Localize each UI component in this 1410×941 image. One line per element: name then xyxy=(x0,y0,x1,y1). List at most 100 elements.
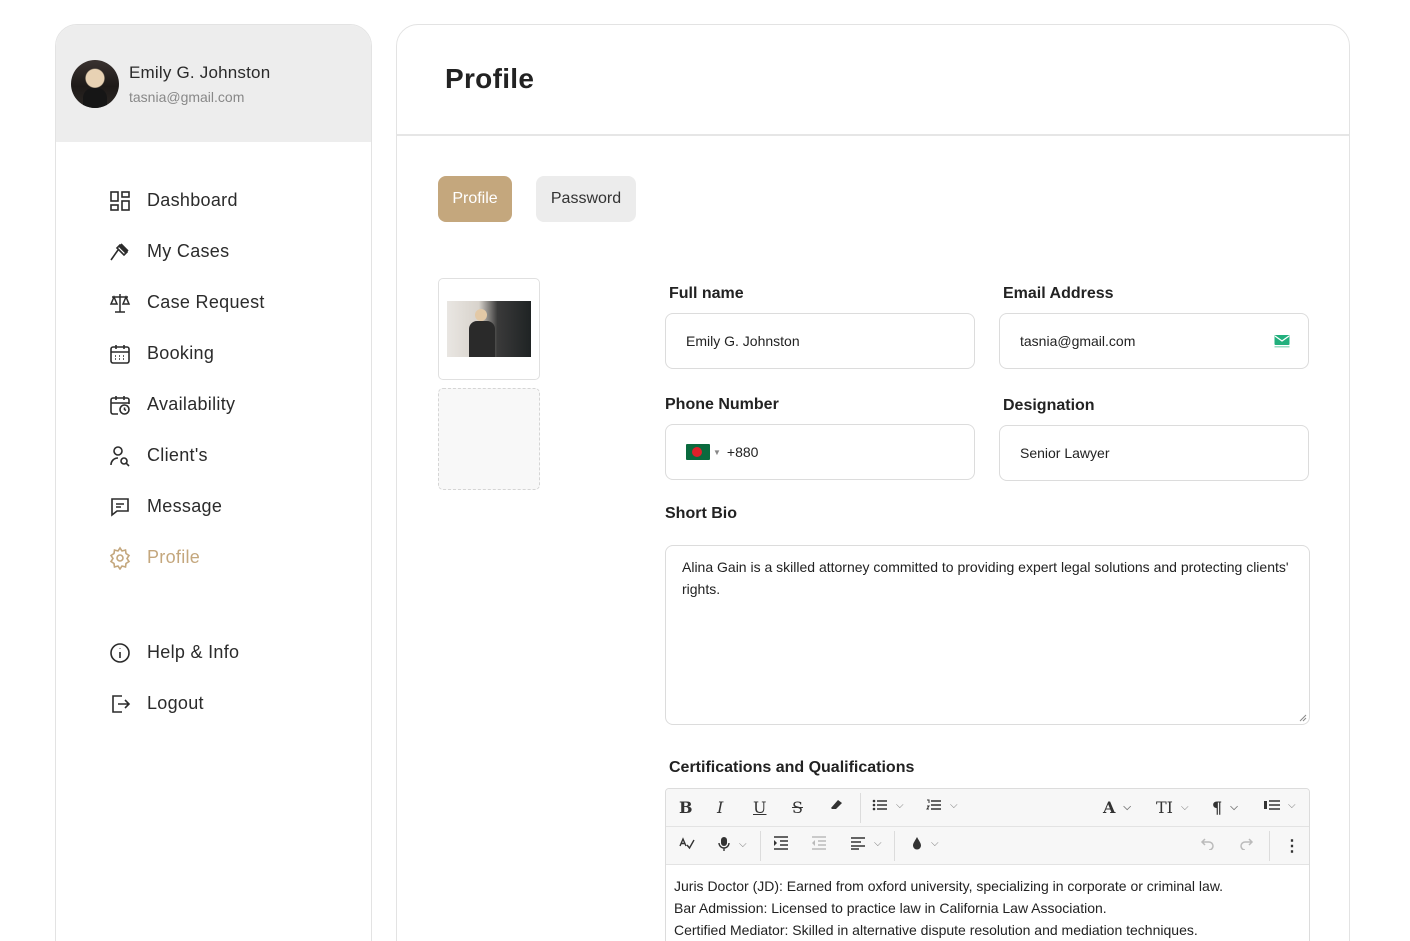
gavel-icon xyxy=(110,242,129,260)
certifications-editor[interactable]: B I U S ⌵ ⌵ A ⌵ TI ⌵ ¶ ⌵ ⌵ ⌵ ⌵ ⌵ ⋮ Juris… xyxy=(665,788,1310,941)
sidebar-item-label: Booking xyxy=(147,343,215,363)
user-search-icon xyxy=(110,445,130,467)
header-divider xyxy=(397,134,1349,136)
info-icon xyxy=(110,642,130,663)
logout-icon xyxy=(112,694,131,713)
phone-value: +880 xyxy=(726,444,759,460)
scales-icon xyxy=(109,293,131,313)
chevron-down-icon[interactable]: ⌵ xyxy=(1230,802,1238,813)
profile-photo xyxy=(447,301,531,357)
bio-label: Short Bio xyxy=(665,505,737,522)
more-options-icon[interactable]: ⋮ xyxy=(1284,836,1300,855)
envelope-icon xyxy=(1274,335,1290,348)
sidebar-item-label: Help & Info xyxy=(147,642,240,662)
sidebar-item-label: Profile xyxy=(147,547,201,567)
line-height-icon[interactable]: ⌵ xyxy=(1264,798,1296,812)
chevron-down-icon[interactable]: ▼ xyxy=(713,448,721,457)
email-label: Email Address xyxy=(1003,285,1114,302)
certification-line: Certified Mediator: Skilled in alternati… xyxy=(674,922,1198,938)
microphone-icon[interactable]: ⌵ xyxy=(717,836,747,852)
main-content: Profile Profile Password Full name Emily… xyxy=(396,24,1350,941)
tab-profile[interactable]: Profile xyxy=(438,176,512,222)
sidebar-item-my-cases[interactable]: My Cases xyxy=(108,226,265,277)
sidebar-item-logout[interactable]: Logout xyxy=(108,678,239,729)
secondary-nav: Help & Info Logout xyxy=(108,627,239,729)
sidebar-item-clients[interactable]: Client's xyxy=(108,430,265,481)
bio-value: Alina Gain is a skilled attorney committ… xyxy=(682,559,1289,597)
chevron-down-icon[interactable]: ⌵ xyxy=(739,839,747,850)
sidebar-item-label: Availability xyxy=(147,394,236,414)
sidebar-item-help[interactable]: Help & Info xyxy=(108,627,239,678)
sidebar-item-case-request[interactable]: Case Request xyxy=(108,277,265,328)
eraser-icon[interactable] xyxy=(828,798,844,812)
full-name-label: Full name xyxy=(669,285,744,302)
resize-handle-icon[interactable] xyxy=(1299,714,1307,722)
full-name-value: Emily G. Johnston xyxy=(686,333,800,349)
spellcheck-icon[interactable] xyxy=(679,836,695,850)
sidebar-item-label: Case Request xyxy=(147,292,265,312)
numbered-list-icon[interactable]: ⌵ xyxy=(926,798,958,812)
align-icon[interactable]: ⌵ xyxy=(850,836,882,850)
chevron-down-icon[interactable]: ⌵ xyxy=(1181,802,1189,813)
designation-value: Senior Lawyer xyxy=(1020,445,1110,461)
italic-icon[interactable]: I xyxy=(717,798,723,817)
phone-field[interactable]: ▼ +880 xyxy=(665,424,975,480)
sidebar-item-availability[interactable]: Availability xyxy=(108,379,265,430)
certification-line: Juris Doctor (JD): Earned from oxford un… xyxy=(674,878,1224,894)
ink-drop-icon[interactable]: ⌵ xyxy=(911,836,939,850)
font-color-icon[interactable]: A ⌵ xyxy=(1103,798,1131,817)
bold-icon[interactable]: B xyxy=(679,798,693,817)
avatar xyxy=(71,59,119,108)
bullet-list-icon[interactable]: ⌵ xyxy=(872,798,904,812)
chevron-down-icon[interactable]: ⌵ xyxy=(1288,800,1296,811)
user-email: tasnia@gmail.com xyxy=(129,88,245,105)
undo-icon[interactable] xyxy=(1200,836,1216,850)
chevron-down-icon[interactable]: ⌵ xyxy=(950,800,958,811)
email-value: tasnia@gmail.com xyxy=(1020,333,1136,349)
chevron-down-icon[interactable]: ⌵ xyxy=(1123,802,1131,813)
chevron-down-icon[interactable]: ⌵ xyxy=(931,838,939,849)
dashboard-grid-icon xyxy=(110,190,130,211)
sidebar-item-booking[interactable]: Booking xyxy=(108,328,265,379)
strikethrough-icon[interactable]: S xyxy=(792,798,803,817)
sidebar-item-label: My Cases xyxy=(147,241,230,261)
photo-upload-slot[interactable] xyxy=(438,388,540,490)
certifications-label: Certifications and Qualifications xyxy=(669,759,915,776)
calendar-icon xyxy=(110,344,130,364)
indent-icon[interactable] xyxy=(773,836,789,850)
user-info: Emily G. Johnston tasnia@gmail.com xyxy=(129,63,270,105)
editor-toolbar-row-2: ⌵ ⌵ ⌵ ⋮ xyxy=(666,827,1309,865)
tab-password[interactable]: Password xyxy=(536,176,636,222)
sidebar-item-dashboard[interactable]: Dashboard xyxy=(108,175,265,226)
bangladesh-flag-icon[interactable] xyxy=(686,444,710,460)
editor-content[interactable]: Juris Doctor (JD): Earned from oxford un… xyxy=(666,865,1309,941)
redo-icon[interactable] xyxy=(1238,836,1254,850)
page-title: Profile xyxy=(445,63,535,94)
email-field[interactable]: tasnia@gmail.com xyxy=(999,313,1309,369)
sidebar-item-message[interactable]: Message xyxy=(108,481,265,532)
sidebar-item-profile[interactable]: Profile xyxy=(108,532,265,583)
sidebar-item-label: Message xyxy=(147,496,223,516)
chevron-down-icon[interactable]: ⌵ xyxy=(896,800,904,811)
message-icon xyxy=(111,497,129,517)
editor-toolbar-row-1: B I U S ⌵ ⌵ A ⌵ TI ⌵ ¶ ⌵ ⌵ xyxy=(666,789,1309,827)
sidebar-item-label: Dashboard xyxy=(147,190,238,210)
chevron-down-icon[interactable]: ⌵ xyxy=(874,838,882,849)
user-card[interactable]: Emily G. Johnston tasnia@gmail.com xyxy=(56,25,371,142)
designation-field[interactable]: Senior Lawyer xyxy=(999,425,1309,481)
main-nav: Dashboard My Cases Case Request Booking … xyxy=(108,175,265,583)
outdent-icon[interactable] xyxy=(811,836,827,850)
bio-textarea[interactable]: Alina Gain is a skilled attorney committ… xyxy=(665,545,1310,725)
sidebar-item-label: Logout xyxy=(147,693,204,713)
paragraph-icon[interactable]: ¶ ⌵ xyxy=(1212,798,1238,817)
user-name: Emily G. Johnston xyxy=(129,62,271,82)
profile-photo-slot[interactable] xyxy=(438,278,540,380)
certification-line: Bar Admission: Licensed to practice law … xyxy=(674,900,1107,916)
font-size-icon[interactable]: TI ⌵ xyxy=(1156,798,1189,817)
underline-icon[interactable]: U xyxy=(753,798,766,817)
full-name-field[interactable]: Emily G. Johnston xyxy=(665,313,975,369)
gear-icon xyxy=(109,546,131,570)
sidebar-item-label: Client's xyxy=(147,445,208,465)
calendar-clock-icon xyxy=(110,395,130,415)
sidebar: Emily G. Johnston tasnia@gmail.com Dashb… xyxy=(55,24,372,941)
